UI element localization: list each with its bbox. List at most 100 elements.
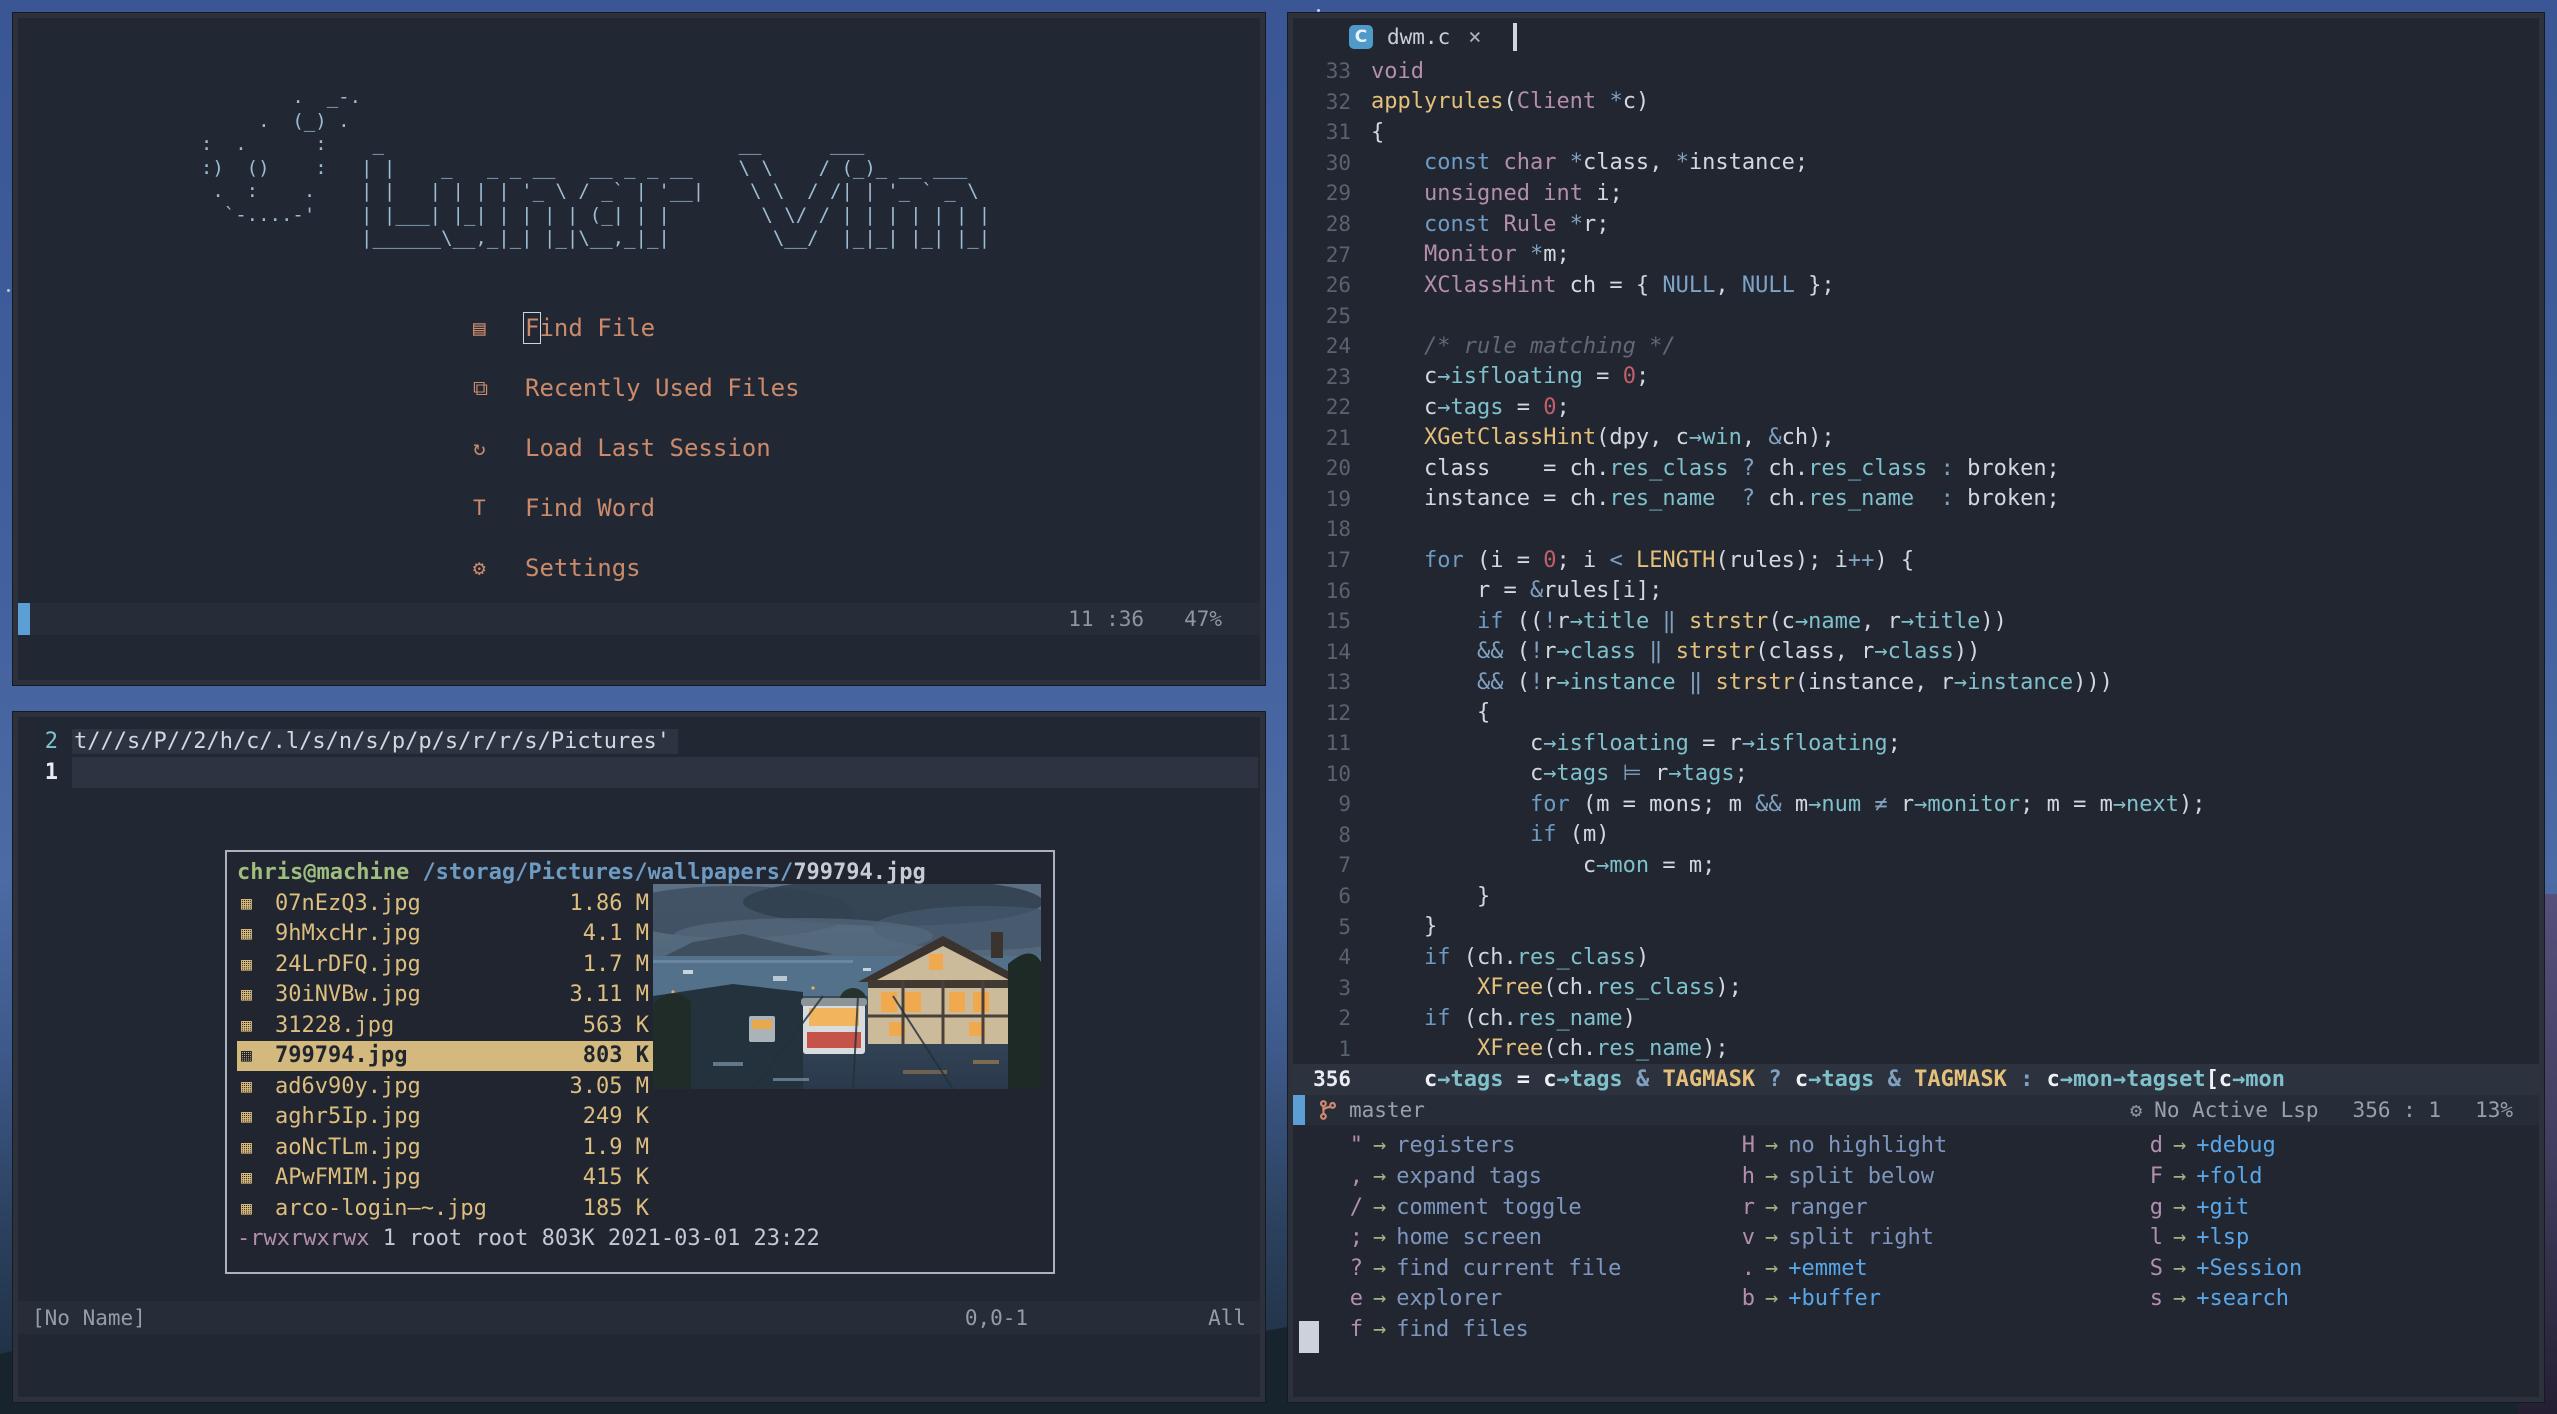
code-line: 8 if (m): [1293, 820, 2539, 851]
file-row[interactable]: ▦ aoNcTLm.jpg 1.9 M: [237, 1132, 655, 1163]
whichkey-column: " → registers, → expand tags / → comment toggle…: [1349, 1131, 1741, 1345]
code-line: 4 if (ch.res_class): [1293, 942, 2539, 973]
code-text: const Rule *r;: [1423, 211, 1610, 237]
file-row[interactable]: ▦ 30iNVBw.jpg 3.11 M: [237, 980, 655, 1011]
arrow-icon: →: [1373, 1225, 1387, 1251]
menu-item-load-last-session[interactable]: ↻ Load Last Session: [473, 430, 800, 466]
file-row[interactable]: ▦ APwFMIM.jpg 415 K: [237, 1163, 655, 1194]
buffer-line-2: 2 t///s/P//2/h/c/.l/s/n/s/p/p/s/r/r/s/Pi…: [18, 726, 1260, 757]
menu-item-find-file[interactable]: ▤ Find File: [473, 310, 800, 346]
key: g: [2149, 1194, 2163, 1220]
whichkey-binding-split-right[interactable]: v → split right: [1741, 1222, 2149, 1253]
scroll-percent: 47%: [1184, 607, 1222, 631]
buffer-line-1: 1: [18, 757, 1260, 788]
whichkey-binding-no-highlight[interactable]: H → no highlight: [1741, 1131, 2149, 1162]
whichkey-binding-ranger[interactable]: r → ranger: [1741, 1192, 2149, 1223]
git-branch-name[interactable]: master: [1349, 1098, 1425, 1122]
tab-dwm-c[interactable]: C dwm.c ×: [1293, 18, 1503, 56]
menu-item-settings[interactable]: ⚙ Settings: [473, 550, 800, 586]
file-row[interactable]: ▦ aghr5Ip.jpg 249 K: [237, 1102, 655, 1133]
whichkey-binding--search[interactable]: s → +search: [2149, 1284, 2489, 1315]
whichkey-binding--buffer[interactable]: b → +buffer: [1741, 1284, 2149, 1315]
binding-label: find current file: [1396, 1255, 1622, 1281]
whichkey-binding-explorer[interactable]: e → explorer: [1349, 1284, 1741, 1315]
file-manager-float: chris@machine /storag/Pictures/wallpaper…: [225, 850, 1055, 1274]
code-text: {: [1371, 700, 1491, 726]
tab-title: dwm.c: [1387, 25, 1451, 49]
key: /: [1349, 1194, 1363, 1220]
star: [7, 288, 11, 292]
whichkey-binding--emmet[interactable]: . → +emmet: [1741, 1253, 2149, 1284]
line-number: 32: [1325, 89, 1351, 114]
file-row[interactable]: ▦ 24LrDFQ.jpg 1.7 M: [237, 949, 655, 980]
code-line: 16 r = &rules[i];: [1293, 575, 2539, 606]
whichkey-binding--session[interactable]: S → +Session: [2149, 1253, 2489, 1284]
whichkey-binding--lsp[interactable]: l → +lsp: [2149, 1222, 2489, 1253]
current-file-name: 799794.jpg: [793, 860, 926, 885]
mode-indicator-block: [18, 603, 30, 635]
whichkey-binding-registers[interactable]: " → registers: [1349, 1131, 1741, 1162]
file-row[interactable]: ▦ 9hMxcHr.jpg 4.1 M: [237, 919, 655, 950]
code-text: unsigned int i;: [1423, 180, 1623, 206]
whichkey-binding-comment-toggle[interactable]: / → comment toggle: [1349, 1192, 1741, 1223]
code-area[interactable]: 33 void 32 applyrules(Client *c) 31{30 const…: [1293, 56, 2539, 1095]
menu-item-label: Find File: [522, 312, 656, 344]
code-text: XGetClassHint(dpy, c→win, &ch);: [1423, 425, 1835, 451]
code-line: 3 XFree(ch.res_class);: [1293, 972, 2539, 1003]
key: H: [1741, 1133, 1755, 1159]
arrow-icon: →: [1373, 1255, 1387, 1281]
binding-label: registers: [1396, 1133, 1516, 1159]
cursor-position: 0,0-1: [964, 1305, 1029, 1330]
permission-bits: -rwxrwxrwx: [237, 1226, 370, 1251]
whichkey-binding-expand-tags[interactable]: , → expand tags: [1349, 1161, 1741, 1192]
line-number: 15: [1325, 609, 1351, 634]
menu-item-icon: ↻: [473, 436, 486, 460]
line-number: 10: [1325, 761, 1351, 786]
image-file-icon: ▦: [241, 1136, 252, 1158]
image-file-icon: ▦: [241, 1167, 252, 1189]
line-number: 20: [1325, 456, 1351, 481]
lunarvim-dashboard-window: . _-. . (_) . : . : _ __ ___ :) () : | |…: [13, 13, 1265, 685]
image-file-icon: ▦: [241, 923, 252, 945]
arrow-icon: →: [2173, 1286, 2187, 1312]
line-number: 16: [1325, 578, 1351, 603]
file-row[interactable]: ▦ ad6v90y.jpg 3.05 M: [237, 1071, 655, 1102]
whichkey-popup: " → registers, → expand tags / → comment toggle…: [1293, 1125, 2539, 1345]
code-line: 27 Monitor *m;: [1293, 239, 2539, 270]
image-file-icon: ▦: [241, 1197, 252, 1219]
mode-indicator-block: [1293, 1094, 1305, 1125]
menu-item-icon: T: [473, 496, 486, 520]
file-size: 1.9 M: [582, 1134, 649, 1160]
editor-statusline: master ⚙ No Active Lsp 356 : 1 13%: [1293, 1094, 2539, 1125]
code-text: && (!r→class ‖ strstr(class, r→class)): [1476, 639, 1981, 665]
key: r: [1741, 1194, 1755, 1220]
whichkey-binding-home-screen[interactable]: ; → home screen: [1349, 1222, 1741, 1253]
line-number: 33: [1325, 59, 1351, 84]
code-text: instance = ch.res_name ? ch.res_name : b…: [1371, 486, 2060, 512]
lunarvim-ascii-logo: . _-. . (_) . : . : _ __ ___ :) () : | |…: [200, 86, 991, 249]
line-number: 2: [44, 729, 58, 754]
whichkey-binding-find-files[interactable]: f → find files: [1349, 1314, 1741, 1345]
whichkey-binding--fold[interactable]: F → +fold: [2149, 1161, 2489, 1192]
code-text: }: [1371, 883, 1491, 909]
close-icon[interactable]: ×: [1464, 25, 1485, 50]
file-row[interactable]: ▦ 31228.jpg 563 K: [237, 1010, 655, 1041]
menu-item-recently-used-files[interactable]: ⧉ Recently Used Files: [473, 370, 800, 406]
menu-item-find-word[interactable]: T Find Word: [473, 490, 800, 526]
code-text: c→isfloating = r→isfloating;: [1371, 730, 1901, 756]
whichkey-binding--git[interactable]: g → +git: [2149, 1192, 2489, 1223]
code-text: class = ch.res_class ? ch.res_class : br…: [1371, 455, 2060, 481]
file-row[interactable]: ▦ 799794.jpg 803 K: [237, 1040, 655, 1071]
file-row[interactable]: ▦ arco-login—~.jpg 185 K: [237, 1193, 655, 1224]
line-number: 27: [1325, 242, 1351, 267]
line-number: 1: [44, 760, 58, 785]
whichkey-binding-find-current-file[interactable]: ? → find current file: [1349, 1253, 1741, 1284]
arrow-icon: →: [1765, 1163, 1779, 1189]
line-number: 26: [1325, 273, 1351, 298]
line-number: 9: [1338, 792, 1351, 817]
line-number: 25: [1325, 303, 1351, 328]
whichkey-binding-split-below[interactable]: h → split below: [1741, 1161, 2149, 1192]
file-row[interactable]: ▦ 07nEzQ3.jpg 1.86 M: [237, 888, 655, 919]
binding-label: home screen: [1396, 1225, 1542, 1251]
whichkey-binding--debug[interactable]: d → +debug: [2149, 1131, 2489, 1162]
